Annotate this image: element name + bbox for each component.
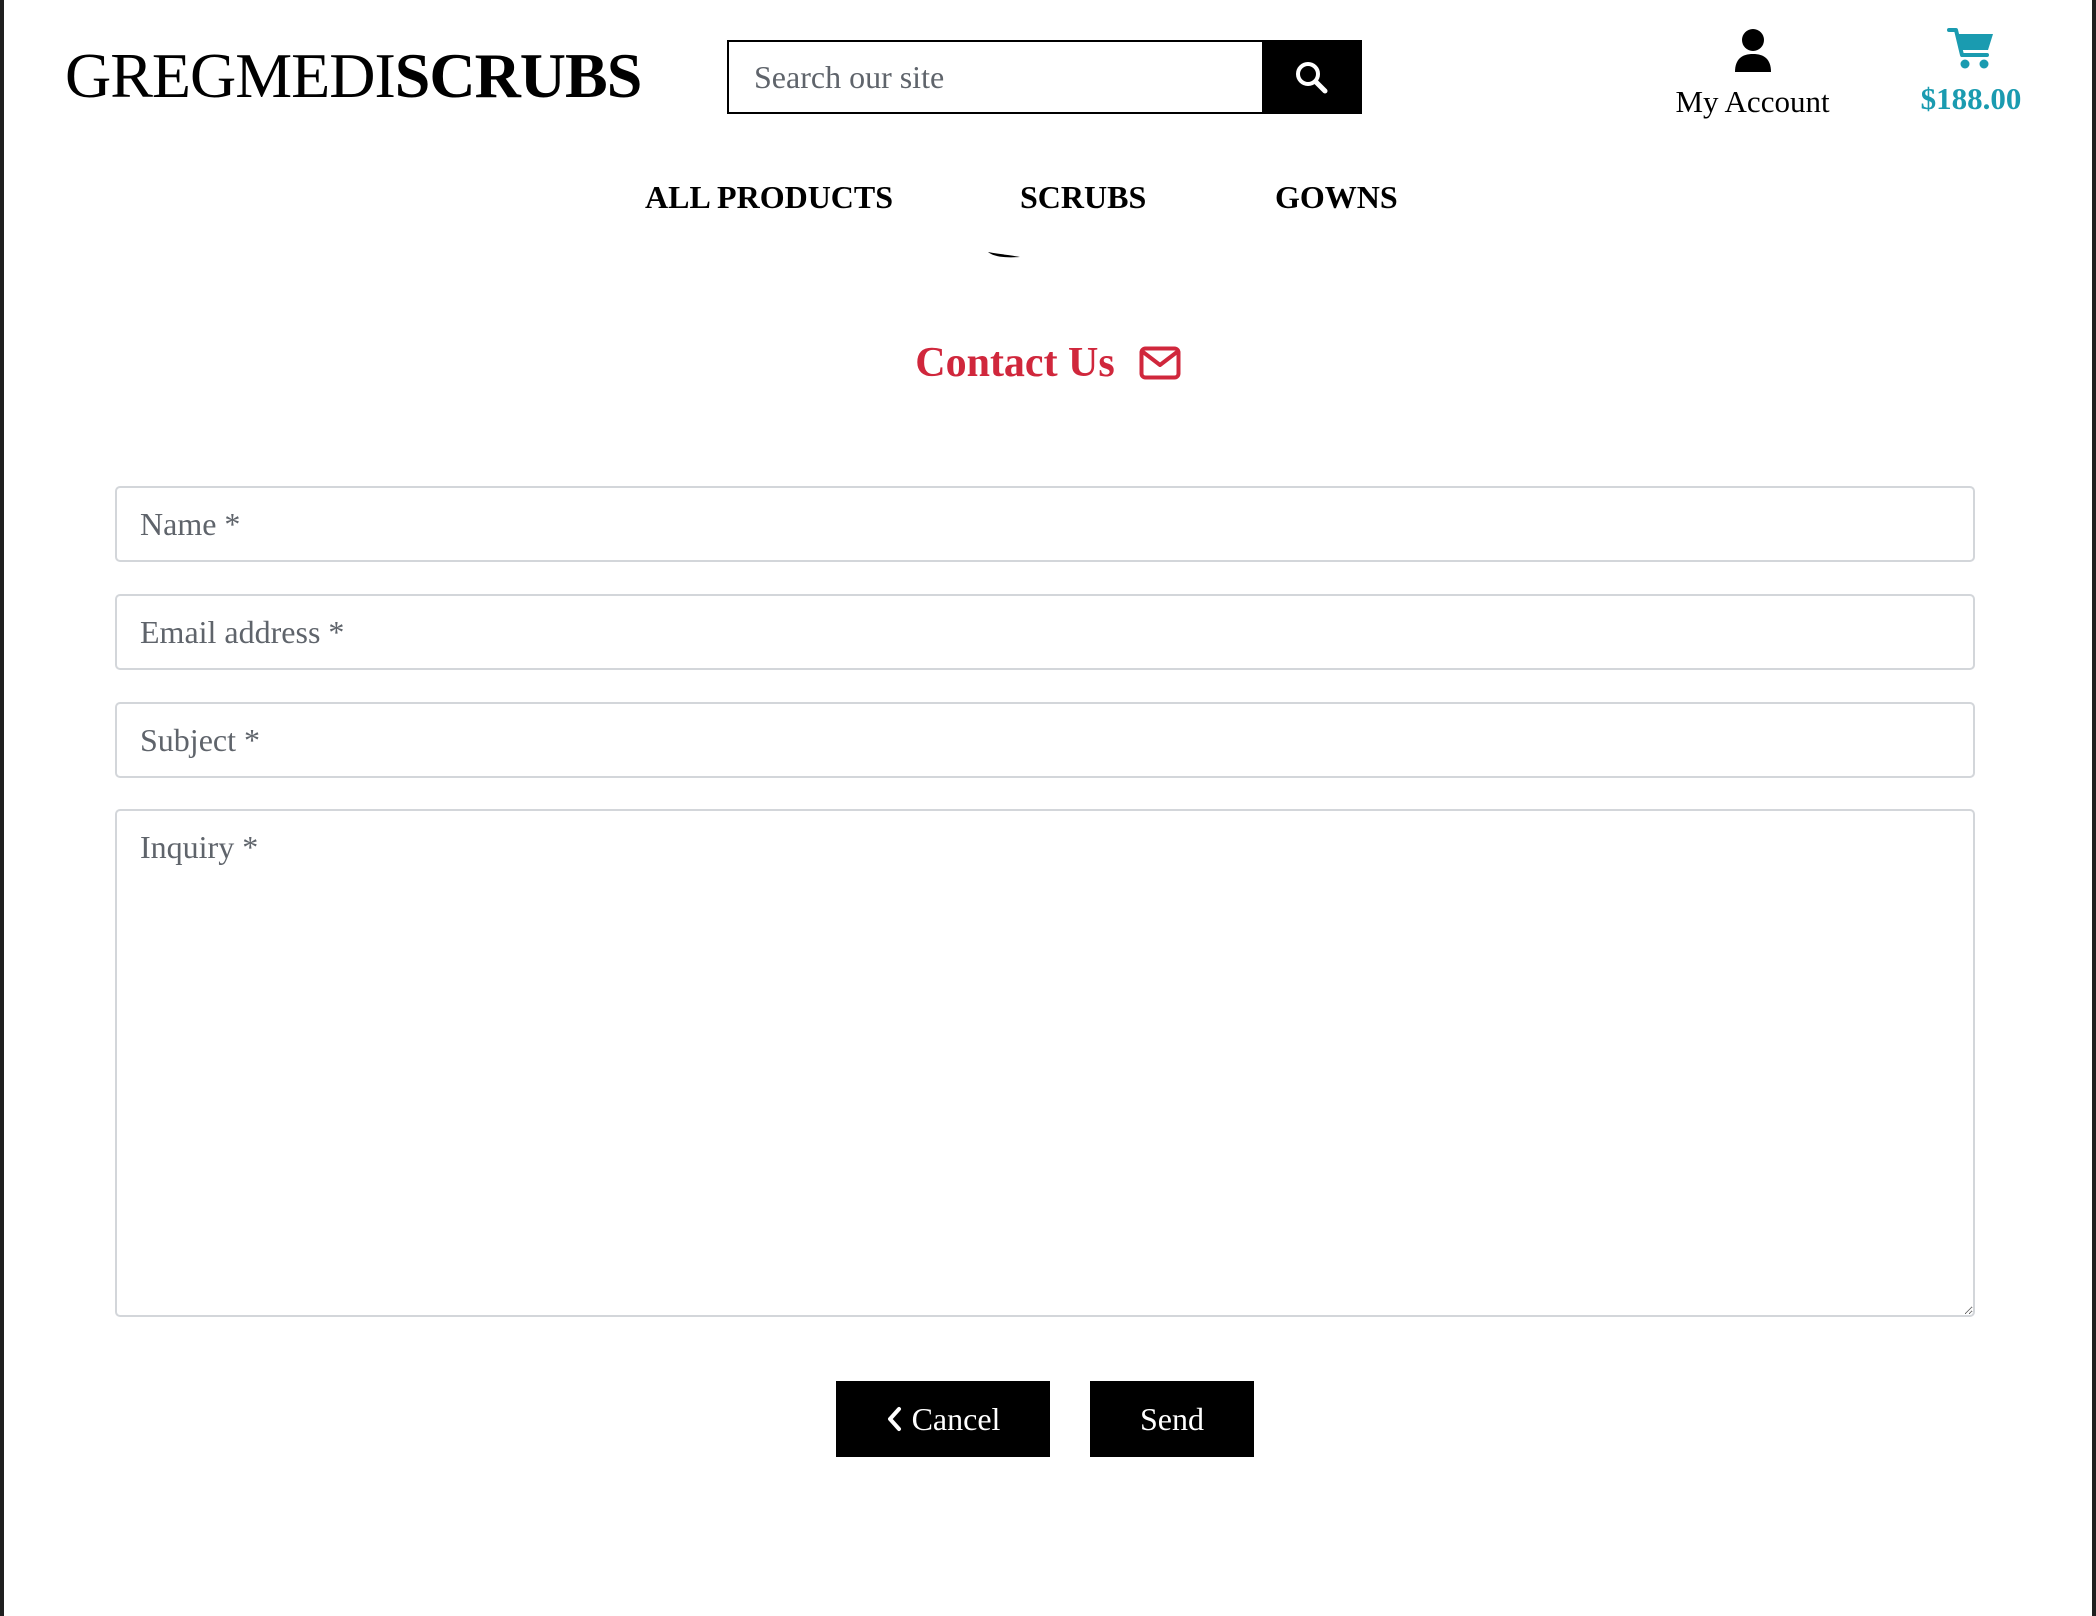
search-form [727,40,1362,114]
nav-item-scrubs[interactable]: SCRUBS [1020,177,1146,217]
page-title: Contact Us [0,338,2096,388]
send-button[interactable]: Send [1090,1381,1254,1457]
shopping-cart-link[interactable]: $188.00 [1905,25,2037,117]
window-border-right [2092,0,2096,1616]
shopping-cart-icon [1947,28,1993,69]
logo-text-bold: SCRUBS [394,40,643,111]
cart-total: $188.00 [1920,81,2022,116]
name-field[interactable] [115,486,1975,562]
search-icon [1296,62,1328,94]
cancel-button[interactable]: Cancel [836,1381,1050,1457]
envelope-icon [1139,346,1181,380]
email-field[interactable] [115,594,1975,670]
send-button-label: Send [1140,1400,1204,1437]
subject-field[interactable] [115,702,1975,778]
search-button[interactable] [1262,42,1360,112]
nav-item-all-products[interactable]: ALL PRODUCTS [645,177,893,217]
logo-text-regular: GREGMEDI [65,40,396,111]
cancel-button-label: Cancel [911,1400,1001,1437]
my-account-label: My Account [1675,84,1830,119]
nav-item-gowns[interactable]: GOWNS [1275,177,1398,217]
site-logo[interactable]: GREGMEDISCRUBS [65,38,643,114]
chevron-left-icon [887,1407,901,1431]
inquiry-field[interactable] [115,809,1975,1317]
decorative-mark [988,252,1020,258]
page-title-text: Contact Us [915,340,1115,386]
user-icon [1734,29,1771,72]
window-border-left [0,0,4,1616]
search-input[interactable] [729,42,1259,112]
my-account-link[interactable]: My Account [1655,28,1850,120]
